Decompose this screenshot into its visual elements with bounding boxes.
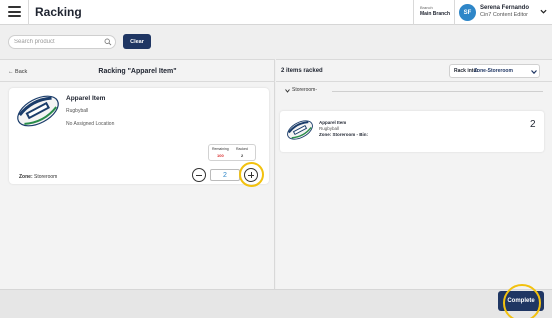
- panel-title: Racking "Apparel Item": [98, 68, 177, 75]
- racked-value: 2: [241, 153, 244, 158]
- chevron-down-icon: [285, 89, 290, 93]
- user-role: Cin7 Content Editor: [480, 12, 528, 18]
- zone-value: Storeroom: [34, 174, 58, 180]
- search-box: [8, 35, 116, 49]
- zone-group-header[interactable]: Storeroom-: [285, 86, 543, 96]
- top-bar: Racking Branch Main Branch SF Serena Fer…: [0, 0, 552, 25]
- divider: [276, 81, 552, 82]
- racked-count: 2 items racked: [281, 68, 323, 74]
- footer-bar: [0, 289, 552, 318]
- zone-group-label: Storeroom-: [292, 87, 318, 93]
- chevron-down-icon: [531, 70, 537, 74]
- rugby-ball-image: [17, 95, 59, 127]
- divider: [0, 81, 275, 82]
- racked-item-subtitle: Rugbyball: [319, 126, 340, 131]
- item-card: Apparel Item Rugbyball No Assigned Locat…: [9, 88, 269, 187]
- racked-item-quantity: 2: [530, 119, 536, 130]
- divider: [332, 91, 543, 92]
- search-icon[interactable]: [104, 38, 112, 46]
- divider: [28, 0, 29, 25]
- search-input[interactable]: [9, 36, 99, 48]
- racking-panel: ← Back Racking "Apparel Item" Apparel It…: [0, 59, 275, 289]
- rack-into-select[interactable]: Rack into: Zone-Storeroom: [449, 64, 540, 78]
- branch-label: Branch: [420, 5, 433, 10]
- divider: [413, 0, 414, 25]
- racked-label: Racked: [236, 147, 248, 151]
- racked-item-zone: Zone: Storeroom - Bin:: [319, 132, 368, 137]
- page-title: Racking: [35, 5, 82, 19]
- remaining-value: 100: [217, 153, 224, 158]
- zone-label: Zone:: [19, 174, 33, 180]
- rack-into-value: Zone-Storeroom: [474, 68, 513, 74]
- racked-items-panel: 2 items racked Rack into: Zone-Storeroom…: [276, 59, 552, 289]
- item-subtitle: Rugbyball: [66, 108, 89, 114]
- menu-icon[interactable]: [8, 6, 21, 17]
- rugby-ball-image: [287, 120, 313, 140]
- chevron-down-icon[interactable]: [540, 9, 547, 14]
- branch-name[interactable]: Main Branch: [420, 11, 450, 17]
- user-name[interactable]: Serena Fernando: [480, 5, 529, 11]
- increment-button[interactable]: [244, 168, 258, 182]
- complete-button[interactable]: Complete: [498, 291, 544, 311]
- item-name: Apparel Item: [66, 95, 106, 102]
- quantity-input[interactable]: [210, 169, 240, 181]
- stock-counts: Remaining Racked 100 2: [208, 144, 256, 161]
- zone-info: Zone: Storeroom: [19, 174, 57, 180]
- avatar[interactable]: SF: [459, 4, 476, 21]
- item-location: No Assigned Location: [66, 121, 115, 127]
- racked-item-name: Apparel Item: [319, 120, 347, 125]
- clear-button[interactable]: Clear: [123, 34, 151, 49]
- remaining-label: Remaining: [212, 147, 229, 151]
- divider: [454, 0, 455, 25]
- decrement-button[interactable]: [192, 168, 206, 182]
- racked-item-card[interactable]: Apparel Item Rugbyball Zone: Storeroom -…: [280, 111, 544, 152]
